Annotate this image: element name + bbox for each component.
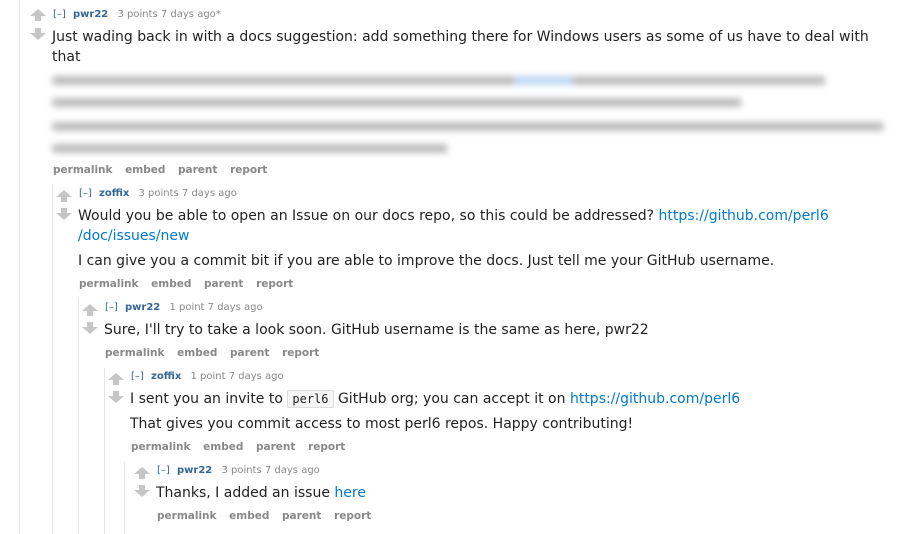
comment-text: GitHub org; you can accept it on [333,391,570,407]
score-and-time: 1 point 7 days ago [169,302,263,313]
author-link[interactable]: pwr22 [125,302,160,313]
github-org-link[interactable]: https://github.com/perl6 [570,391,740,407]
report-link[interactable]: report [230,164,267,176]
comment-paragraph: I sent you an invite to perl6 GitHub org… [130,389,890,409]
parent-link[interactable]: parent [256,441,295,453]
comment-actions: permalink embed parent report [131,441,354,453]
comment-text: I can give you a commit bit if you are a… [78,253,775,269]
author-link[interactable]: zoffix [99,188,129,199]
comment-tagline: [–] zoffix 1 point 7 days ago [131,371,284,382]
parent-link[interactable]: parent [282,510,321,522]
arrow-down-icon[interactable] [133,484,151,498]
comment-actions: permalink embed parent report [79,278,302,290]
embed-link[interactable]: embed [229,510,269,522]
comment-tagline: [–] pwr22 3 points 7 days ago [157,465,320,476]
collapse-toggle[interactable]: [–] [53,9,66,20]
comment-text: Would you be able to open an Issue on ou… [78,208,659,224]
score-and-time: 1 point 7 days ago [190,371,284,382]
collapse-toggle[interactable]: [–] [157,465,170,476]
arrow-down-icon[interactable] [29,27,47,41]
collapse-toggle[interactable]: [–] [79,188,92,199]
report-link[interactable]: report [256,278,293,290]
comment-body: I sent you an invite to perl6 GitHub org… [130,389,890,434]
comment-tagline: [–] zoffix 3 points 7 days ago [79,188,237,199]
thread-line-level-1 [52,184,53,534]
comment-text: Just wading back in with a docs suggesti… [52,29,869,65]
parent-link[interactable]: parent [204,278,243,290]
arrow-down-icon[interactable] [55,207,73,221]
report-link[interactable]: report [308,441,345,453]
blurred-comment-content [52,71,892,153]
comment-body: Sure, I'll try to take a look soon. GitH… [104,320,884,340]
embed-link[interactable]: embed [177,347,217,359]
report-link[interactable]: report [334,510,371,522]
score-and-time: 3 points 7 days ago [221,465,320,476]
permalink-link[interactable]: permalink [131,441,191,453]
docs-issue-link-part-1: https://github.com/perl6 [658,208,829,224]
comment-body: Just wading back in with a docs suggesti… [52,27,892,67]
comment-paragraph: Would you be able to open an Issue on ou… [78,206,878,246]
author-link[interactable]: pwr22 [177,465,212,476]
embed-link[interactable]: embed [203,441,243,453]
parent-link[interactable]: parent [230,347,269,359]
comment-body: Would you be able to open an Issue on ou… [78,206,878,271]
thread-line-level-2 [78,298,79,534]
author-link[interactable]: pwr22 [73,9,108,20]
thread-line-level-4 [124,462,125,534]
comment-paragraph: I can give you a commit bit if you are a… [78,251,878,271]
embed-link[interactable]: embed [125,164,165,176]
score-and-time: 3 points 7 days ago [138,188,237,199]
permalink-link[interactable]: permalink [157,510,217,522]
author-link[interactable]: zoffix [151,371,181,382]
arrow-up-icon[interactable] [81,303,99,317]
permalink-link[interactable]: permalink [53,164,113,176]
score-and-time: 3 points 7 days ago* [117,9,221,20]
embed-link[interactable]: embed [151,278,191,290]
collapse-toggle[interactable]: [–] [131,371,144,382]
permalink-link[interactable]: permalink [105,347,165,359]
thread-line-level-0 [19,0,20,534]
comment-actions: permalink embed parent report [105,347,328,359]
arrow-down-icon[interactable] [81,321,99,335]
comment-body: Thanks, I added an issue here [156,483,896,503]
comment-actions: permalink embed parent report [53,164,276,176]
comment-paragraph: That gives you commit access to most per… [130,414,890,434]
comment-tagline: [–] pwr22 1 point 7 days ago [105,302,263,313]
arrow-up-icon[interactable] [133,466,151,480]
arrow-up-icon[interactable] [29,8,47,22]
arrow-up-icon[interactable] [55,189,73,203]
comment-text: I sent you an invite to [130,391,288,407]
comment-text: Thanks, I added an issue [156,485,335,501]
comment-actions: permalink embed parent report [157,510,380,522]
thread-line-level-3 [104,368,105,534]
docs-issue-link-part-2: /doc/issues/new [78,228,190,244]
parent-link[interactable]: parent [178,164,217,176]
permalink-link[interactable]: permalink [79,278,139,290]
issue-here-link[interactable]: here [334,485,366,501]
report-link[interactable]: report [282,347,319,359]
comment-text: Sure, I'll try to take a look soon. GitH… [104,322,649,338]
inline-code: perl6 [287,390,334,408]
comment-tagline: [–] pwr22 3 points 7 days ago* [53,9,221,20]
collapse-toggle[interactable]: [–] [105,302,118,313]
arrow-up-icon[interactable] [107,372,125,386]
arrow-down-icon[interactable] [107,390,125,404]
comment-text: That gives you commit access to most per… [130,416,634,432]
